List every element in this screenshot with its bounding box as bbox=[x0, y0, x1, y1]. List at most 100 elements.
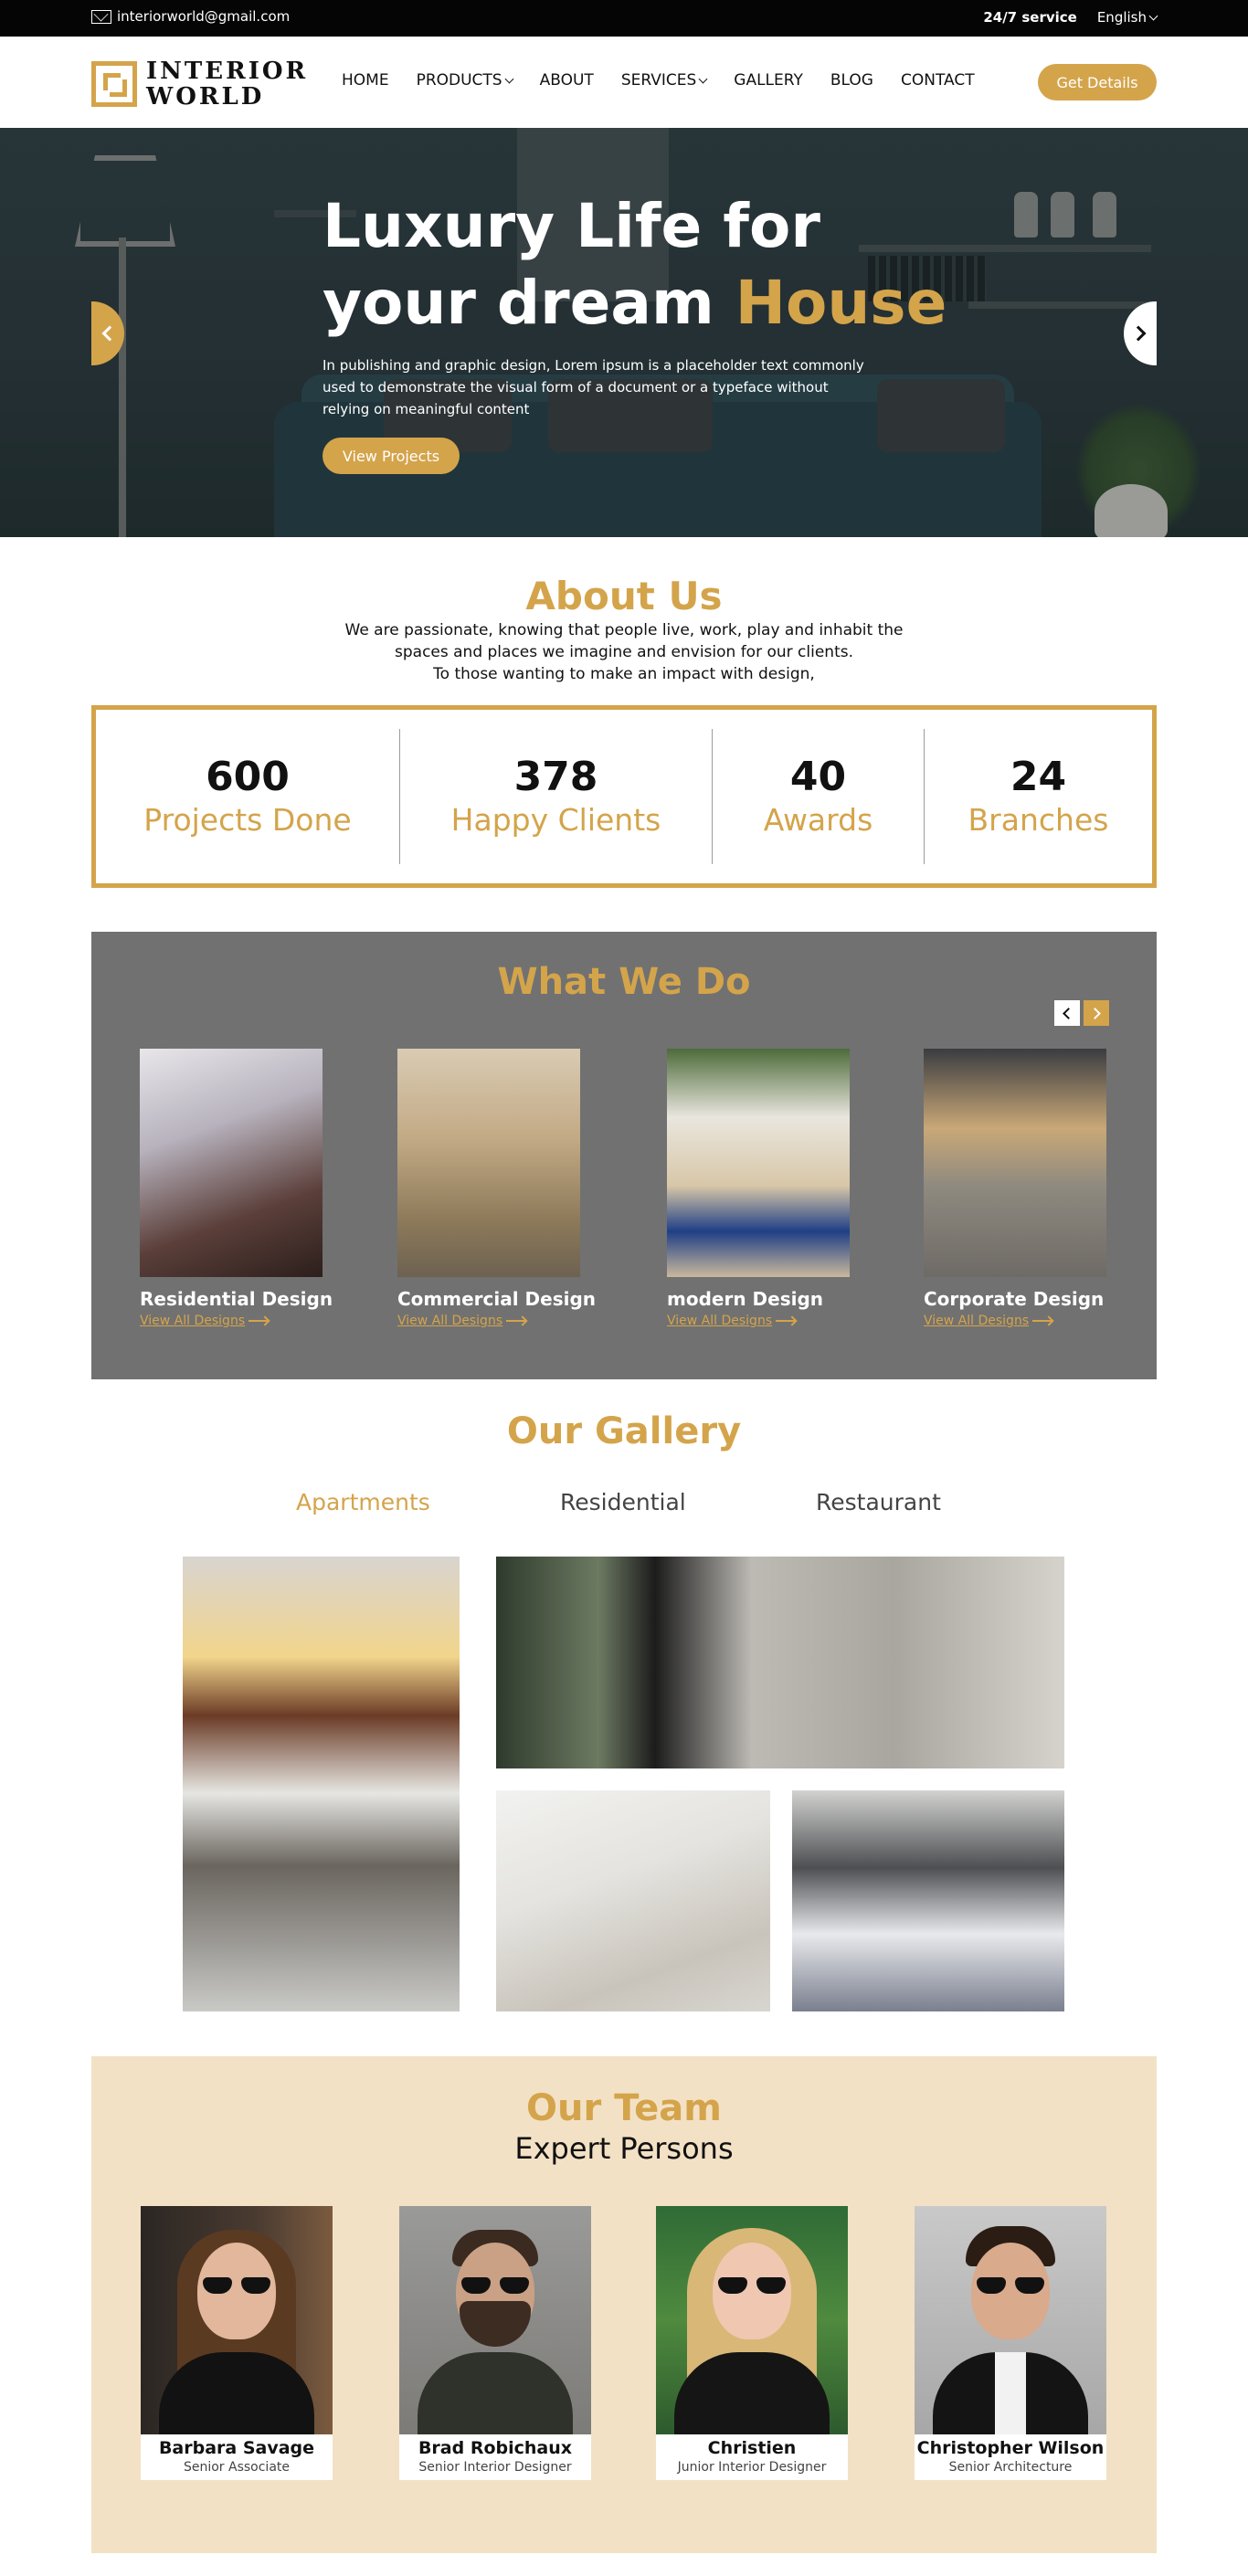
about-line-3: To those wanting to make an impact with … bbox=[433, 665, 815, 683]
email-text: interiorworld@gmail.com bbox=[117, 8, 291, 25]
about-line-2: spaces and places we imagine and envisio… bbox=[395, 643, 853, 661]
corporate-design-image bbox=[924, 1049, 1106, 1277]
service-hours: 24/7 service bbox=[983, 9, 1077, 26]
member-name: Christien bbox=[707, 2438, 797, 2458]
service-card[interactable]: Residential Design View All Designs bbox=[140, 1049, 341, 1328]
tab-apartments[interactable]: Apartments bbox=[296, 1489, 430, 1515]
arrow-right-icon bbox=[249, 1320, 270, 1322]
carousel-controls bbox=[1054, 1000, 1109, 1026]
view-all-designs-link[interactable]: View All Designs bbox=[667, 1314, 868, 1328]
site-header: INTERIOR WORLD HOME PRODUCTS ABOUT SERVI… bbox=[0, 37, 1248, 128]
residential-design-image bbox=[140, 1049, 323, 1277]
nav-blog[interactable]: BLOG bbox=[830, 71, 873, 90]
mail-icon bbox=[91, 9, 111, 24]
nav-contact[interactable]: CONTACT bbox=[901, 71, 975, 90]
service-card-title: Commercial Design bbox=[397, 1288, 597, 1310]
stat-value: 40 bbox=[789, 754, 847, 800]
member-name: Barbara Savage bbox=[158, 2438, 315, 2458]
tab-residential[interactable]: Residential bbox=[560, 1489, 686, 1515]
team-member-card[interactable]: Christopher Wilson Senior Architecture bbox=[915, 2206, 1106, 2480]
language-selector[interactable]: English bbox=[1096, 9, 1158, 26]
chevron-left-icon bbox=[1063, 1007, 1074, 1019]
carousel-prev-button[interactable] bbox=[1054, 1000, 1080, 1026]
stat-projects: 600 Projects Done bbox=[96, 729, 399, 864]
nav-about[interactable]: ABOUT bbox=[540, 71, 594, 90]
modern-design-image bbox=[667, 1049, 850, 1277]
top-bar: interiorworld@gmail.com 24/7 service Eng… bbox=[0, 0, 1248, 37]
gallery-image-bedroom[interactable] bbox=[792, 1790, 1064, 2011]
service-card[interactable]: Commercial Design View All Designs bbox=[397, 1049, 598, 1328]
hero-title-accent: House bbox=[735, 268, 947, 338]
about-title: About Us bbox=[525, 574, 723, 618]
gallery-title: Our Gallery bbox=[506, 1410, 742, 1452]
stat-label: Branches bbox=[968, 802, 1109, 838]
gallery-image-study[interactable] bbox=[496, 1790, 770, 2011]
arrow-right-icon bbox=[506, 1320, 527, 1322]
nav-gallery[interactable]: GALLERY bbox=[734, 71, 803, 90]
chevron-right-icon bbox=[1130, 325, 1147, 342]
team-subtitle: Expert Persons bbox=[514, 2131, 734, 2166]
commercial-design-image bbox=[397, 1049, 580, 1277]
member-role: Senior Interior Designer bbox=[418, 2460, 572, 2475]
logo[interactable]: INTERIOR WORLD bbox=[91, 58, 308, 110]
what-we-do-section: What We Do Residential Design View All D… bbox=[91, 932, 1157, 1379]
member-info: Barbara Savage Senior Associate bbox=[141, 2434, 333, 2480]
tab-restaurant[interactable]: Restaurant bbox=[816, 1489, 941, 1515]
stat-clients: 378 Happy Clients bbox=[399, 729, 712, 864]
get-details-button[interactable]: Get Details bbox=[1038, 64, 1157, 100]
member-role: Junior Interior Designer bbox=[677, 2460, 827, 2475]
stat-label: Happy Clients bbox=[450, 802, 661, 838]
hero-title-line-2: your dream bbox=[323, 268, 735, 338]
stat-branches: 24 Branches bbox=[924, 729, 1152, 864]
view-all-designs-link[interactable]: View All Designs bbox=[924, 1314, 1125, 1328]
contact-email[interactable]: interiorworld@gmail.com bbox=[91, 8, 290, 25]
main-nav: HOME PRODUCTS ABOUT SERVICES GALLERY BLO… bbox=[342, 71, 975, 90]
hero-slider: Luxury Life for your dream House In publ… bbox=[0, 128, 1248, 537]
nav-products[interactable]: PRODUCTS bbox=[416, 71, 514, 90]
arrow-right-icon bbox=[1032, 1320, 1053, 1322]
avatar bbox=[915, 2206, 1106, 2434]
team-member-card[interactable]: Barbara Savage Senior Associate bbox=[141, 2206, 333, 2480]
chevron-right-icon bbox=[1089, 1007, 1101, 1019]
hero-title: Luxury Life for your dream House bbox=[323, 188, 947, 342]
gallery-image-living[interactable] bbox=[496, 1557, 1064, 1768]
member-info: Brad Robichaux Senior Interior Designer bbox=[399, 2434, 591, 2480]
carousel-next-button[interactable] bbox=[1084, 1000, 1109, 1026]
nav-services[interactable]: SERVICES bbox=[620, 71, 708, 90]
chevron-down-icon bbox=[698, 74, 708, 83]
about-description: We are passionate, knowing that people l… bbox=[304, 619, 944, 685]
nav-products-label: PRODUCTS bbox=[416, 71, 502, 90]
member-info: Christien Junior Interior Designer bbox=[656, 2434, 848, 2480]
nav-services-label: SERVICES bbox=[620, 71, 697, 90]
stats-panel: 600 Projects Done 378 Happy Clients 40 A… bbox=[91, 705, 1157, 888]
chevron-down-icon bbox=[1148, 11, 1158, 20]
team-member-card[interactable]: Christien Junior Interior Designer bbox=[656, 2206, 848, 2480]
stat-label: Projects Done bbox=[143, 802, 352, 838]
link-label: View All Designs bbox=[924, 1314, 1030, 1328]
avatar bbox=[399, 2206, 591, 2434]
sunglasses-icon bbox=[718, 2277, 786, 2296]
chevron-left-icon bbox=[101, 325, 118, 342]
avatar-torso bbox=[418, 2352, 573, 2434]
service-card-title: modern Design bbox=[667, 1288, 824, 1310]
language-label: English bbox=[1096, 9, 1147, 26]
nav-home[interactable]: HOME bbox=[342, 71, 389, 90]
logo-line-2: WORLD bbox=[146, 83, 265, 111]
view-all-designs-link[interactable]: View All Designs bbox=[140, 1314, 341, 1328]
avatar-shirt bbox=[995, 2352, 1026, 2434]
logo-text: INTERIOR WORLD bbox=[146, 58, 308, 110]
service-card[interactable]: modern Design View All Designs bbox=[667, 1049, 868, 1328]
team-section: Our Team Expert Persons Barbara Savage S… bbox=[91, 2056, 1157, 2553]
link-label: View All Designs bbox=[397, 1314, 503, 1328]
view-projects-button[interactable]: View Projects bbox=[323, 438, 460, 474]
what-we-do-title: What We Do bbox=[497, 961, 751, 1003]
member-name: Christopher Wilson bbox=[916, 2438, 1105, 2458]
team-title: Our Team bbox=[526, 2087, 722, 2129]
link-label: View All Designs bbox=[140, 1314, 246, 1328]
service-card[interactable]: Corporate Design View All Designs bbox=[924, 1049, 1125, 1328]
gallery-image-kitchen[interactable] bbox=[183, 1557, 460, 2011]
about-line-1: We are passionate, knowing that people l… bbox=[344, 621, 904, 639]
view-all-designs-link[interactable]: View All Designs bbox=[397, 1314, 598, 1328]
service-card-title: Residential Design bbox=[140, 1288, 333, 1310]
team-member-card[interactable]: Brad Robichaux Senior Interior Designer bbox=[399, 2206, 591, 2480]
